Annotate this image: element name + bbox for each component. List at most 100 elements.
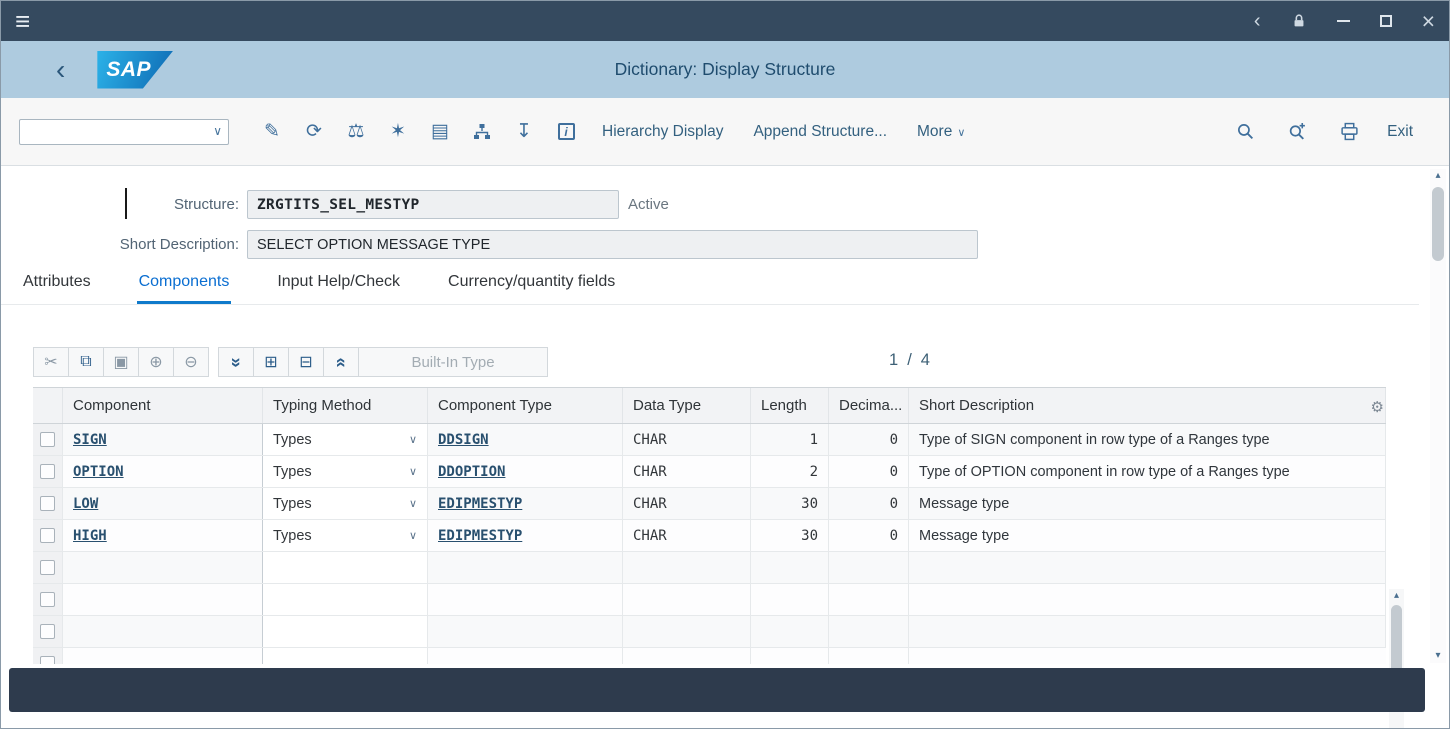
scrollbar-thumb[interactable] xyxy=(1432,187,1444,261)
where-used-button[interactable]: ↧ xyxy=(503,114,545,150)
short-description-cell: Message type xyxy=(909,488,1386,519)
print-button[interactable] xyxy=(1327,114,1371,150)
table-row[interactable]: LOW Types∨ EDIPMESTYP CHAR 30 0 Message … xyxy=(33,488,1386,520)
table-row-empty[interactable] xyxy=(33,552,1386,584)
decimals-cell: 0 xyxy=(829,424,909,455)
tab-strip: Attributes Components Input Help/Check C… xyxy=(1,269,1419,305)
select-cell xyxy=(33,648,63,664)
scroll-up-icon[interactable]: ▴ xyxy=(1435,169,1440,183)
tab-input-help-check[interactable]: Input Help/Check xyxy=(275,269,402,304)
data-type-column-header[interactable]: Data Type xyxy=(623,388,751,423)
menu-icon[interactable]: ≡ xyxy=(15,8,30,34)
search-plus-icon xyxy=(1288,122,1307,141)
component-type-link[interactable]: DDOPTION xyxy=(438,464,505,480)
scales-icon: ⚖ xyxy=(347,120,364,143)
refresh-object-button[interactable]: ⟳ xyxy=(293,114,335,150)
scroll-up-icon[interactable]: ▴ xyxy=(1394,589,1399,603)
scrollbar-track[interactable] xyxy=(1430,183,1446,649)
copy-button[interactable]: ⧉ xyxy=(68,347,104,377)
runtime-object-button[interactable]: ▤ xyxy=(419,114,461,150)
back-icon[interactable]: ‹ xyxy=(1254,11,1261,31)
decimals-column-header[interactable]: Decima... xyxy=(829,388,909,423)
delete-row-button[interactable]: ⊟ xyxy=(288,347,324,377)
select-cell xyxy=(33,424,63,455)
hierarchy-display-button[interactable]: Hierarchy Display xyxy=(587,123,738,141)
paste-button[interactable]: ▣ xyxy=(103,347,139,377)
scroll-down-icon[interactable]: ▾ xyxy=(1435,649,1440,663)
data-type-cell: CHAR xyxy=(623,520,751,551)
command-combobox[interactable]: ∨ xyxy=(19,119,229,145)
length-column-header[interactable]: Length xyxy=(751,388,829,423)
typing-method-dropdown[interactable]: Types∨ xyxy=(263,424,428,455)
lock-icon[interactable] xyxy=(1291,13,1307,29)
maximize-button[interactable] xyxy=(1380,15,1392,27)
row-checkbox[interactable] xyxy=(40,656,55,664)
window-scrollbar[interactable]: ▴ ▾ xyxy=(1430,169,1446,663)
search-more-button[interactable] xyxy=(1275,114,1319,150)
structure-field[interactable]: ZRGTITS_SEL_MESTYP xyxy=(247,190,619,219)
typing-method-cell xyxy=(263,584,428,615)
component-type-cell xyxy=(428,648,623,664)
typing-method-dropdown[interactable]: Types∨ xyxy=(263,488,428,519)
minimize-button[interactable] xyxy=(1337,20,1350,22)
short-description-cell xyxy=(909,616,1386,647)
table-row-empty[interactable] xyxy=(33,584,1386,616)
typing-method-column-header[interactable]: Typing Method xyxy=(263,388,428,423)
cut-button[interactable]: ✂ xyxy=(33,347,69,377)
row-checkbox[interactable] xyxy=(40,496,55,511)
select-cell xyxy=(33,520,63,551)
add-row-button[interactable]: ⊕ xyxy=(138,347,174,377)
insert-row-icon: ⊞ xyxy=(264,352,277,372)
more-menu-button[interactable]: More∨ xyxy=(902,123,980,141)
exit-button[interactable]: Exit xyxy=(1379,123,1431,141)
built-in-type-button[interactable]: Built-In Type xyxy=(358,347,548,377)
insert-row-button[interactable]: ⊞ xyxy=(253,347,289,377)
typing-method-dropdown[interactable]: Types∨ xyxy=(263,520,428,551)
table-settings-gear-icon[interactable]: ⚙ xyxy=(1371,398,1384,416)
short-description-label: Short Description: xyxy=(41,236,239,253)
component-type-link[interactable]: EDIPMESTYP xyxy=(438,496,522,512)
activate-button[interactable]: ✶ xyxy=(377,114,419,150)
component-column-header[interactable]: Component xyxy=(63,388,263,423)
command-input[interactable] xyxy=(19,119,229,145)
component-link[interactable]: LOW xyxy=(73,496,98,512)
back-chevron-icon[interactable]: ‹ xyxy=(56,56,65,84)
component-type-link[interactable]: EDIPMESTYP xyxy=(438,528,522,544)
component-type-column-header[interactable]: Component Type xyxy=(428,388,623,423)
tab-currency-quantity-fields[interactable]: Currency/quantity fields xyxy=(446,269,617,304)
table-row[interactable]: OPTION Types∨ DDOPTION CHAR 2 0 Type of … xyxy=(33,456,1386,488)
row-checkbox[interactable] xyxy=(40,464,55,479)
row-checkbox[interactable] xyxy=(40,592,55,607)
close-button[interactable]: × xyxy=(1422,10,1435,33)
tab-components[interactable]: Components xyxy=(137,269,232,304)
table-row-empty[interactable] xyxy=(33,616,1386,648)
append-structure-button[interactable]: Append Structure... xyxy=(738,123,902,141)
short-description-field[interactable]: SELECT OPTION MESSAGE TYPE xyxy=(247,230,978,259)
component-link[interactable]: SIGN xyxy=(73,432,107,448)
table-row[interactable]: HIGH Types∨ EDIPMESTYP CHAR 30 0 Message… xyxy=(33,520,1386,552)
table-row-empty[interactable] xyxy=(33,648,1386,664)
short-description-column-header[interactable]: Short Description xyxy=(909,388,1386,423)
tab-attributes[interactable]: Attributes xyxy=(21,269,93,304)
decimals-cell xyxy=(829,552,909,583)
runtime-object-icon: ▤ xyxy=(431,120,449,143)
typing-method-dropdown[interactable]: Types∨ xyxy=(263,456,428,487)
search-button[interactable] xyxy=(1223,114,1267,150)
component-type-link[interactable]: DDSIGN xyxy=(438,432,489,448)
table-header-row: Component Typing Method Component Type D… xyxy=(33,388,1386,424)
check-consistency-button[interactable]: ⚖ xyxy=(335,114,377,150)
row-checkbox[interactable] xyxy=(40,432,55,447)
component-cell: SIGN xyxy=(63,424,263,455)
collapse-all-button[interactable]: « xyxy=(323,347,359,377)
hierarchy-button[interactable] xyxy=(461,114,503,150)
expand-all-button[interactable]: » xyxy=(218,347,254,377)
remove-row-button[interactable]: ⊖ xyxy=(173,347,209,377)
row-checkbox[interactable] xyxy=(40,528,55,543)
table-row[interactable]: SIGN Types∨ DDSIGN CHAR 1 0 Type of SIGN… xyxy=(33,424,1386,456)
row-checkbox[interactable] xyxy=(40,560,55,575)
display-change-button[interactable]: ✎ xyxy=(251,114,293,150)
component-link[interactable]: HIGH xyxy=(73,528,107,544)
row-checkbox[interactable] xyxy=(40,624,55,639)
component-link[interactable]: OPTION xyxy=(73,464,124,480)
information-button[interactable]: i xyxy=(545,114,587,150)
